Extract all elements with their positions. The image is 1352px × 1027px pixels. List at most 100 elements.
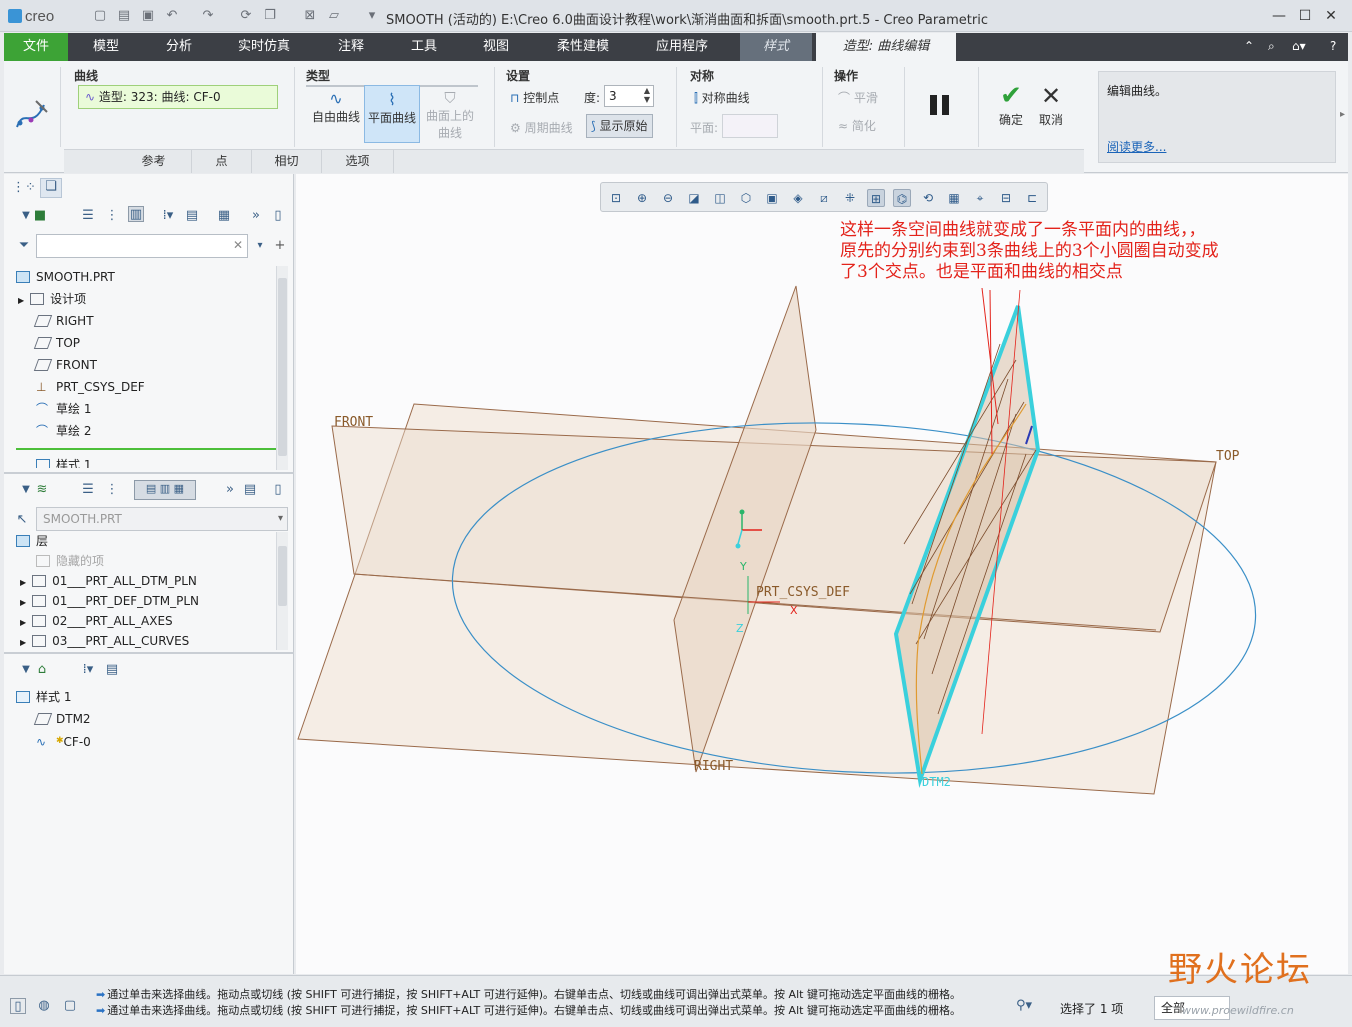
tab-style[interactable]: 样式 (740, 33, 812, 61)
tab-tangency[interactable]: 相切 (252, 150, 322, 173)
close-button[interactable]: ✕ (1320, 6, 1342, 26)
tree-item-right[interactable]: RIGHT (33, 310, 94, 332)
style-tree-settings-icon[interactable]: ▤ (104, 662, 120, 678)
layer-properties-icon[interactable]: ▤ (242, 482, 258, 498)
layer-item-3[interactable]: ▶ 02___PRT_ALL_AXES (20, 610, 173, 632)
style-tree-icon[interactable]: ⌂ (34, 662, 50, 678)
tree-item-style1-partial[interactable]: 样式 1 (36, 454, 91, 468)
style-tree-filter-icon[interactable]: ⁞▾ (80, 662, 96, 678)
layer-page-icon[interactable]: ▯ (270, 482, 286, 498)
find-icon[interactable]: ⚲▾ (1016, 998, 1032, 1014)
tree-scrollbar[interactable] (276, 266, 288, 470)
model-tree-icon[interactable]: ■ (32, 208, 48, 224)
new-file-icon[interactable]: ▢ (92, 8, 108, 24)
redo-icon[interactable]: ↷ (200, 8, 216, 24)
tab-applications[interactable]: 应用程序 (636, 33, 728, 61)
search-dropdown-icon[interactable]: ▾ (252, 238, 268, 254)
tree-item-front[interactable]: FRONT (33, 354, 97, 376)
planar-curve-button[interactable]: ⌇ 平面曲线 (364, 85, 420, 143)
tab-tools[interactable]: 工具 (394, 33, 454, 61)
more-tools-icon[interactable]: » (248, 208, 264, 224)
cancel-button[interactable]: ✕ 取消 (1034, 81, 1068, 128)
tree-columns-settings-icon[interactable]: ▦ (216, 208, 232, 224)
symmetric-curve-button[interactable]: ⫿ 对称曲线 (694, 89, 750, 106)
pause-button[interactable] (928, 93, 952, 117)
layer-scroll-thumb[interactable] (278, 546, 287, 606)
expand-arrow-icon[interactable]: ▶ (20, 578, 26, 587)
regenerate-icon[interactable]: ⟳ (238, 8, 254, 24)
layer-item-4[interactable]: ▶ 03___PRT_ALL_CURVES (20, 630, 189, 652)
tree-item-sketch2[interactable]: ⌒ 草绘 2 (36, 420, 91, 442)
select-arrow-icon[interactable]: ↖ (14, 512, 30, 528)
tree-page-icon[interactable]: ▯ (270, 208, 286, 224)
model-viewport[interactable]: FRONT TOP RIGHT PRT_CSYS_DEF DTM2 X Y Z (296, 174, 1348, 974)
layer-list-icon[interactable]: ☰ (80, 482, 96, 498)
graphics-area[interactable]: ⊡ ⊕ ⊖ ◪ ◫ ⬡ ▣ ◈ ⧄ ⁜ ⊞ ⌬ ⟲ ▦ ⌖ ⊟ ⊏ FRONT … (296, 174, 1348, 974)
curve-on-surface-button[interactable]: ⛉ 曲面上的 曲线 (422, 89, 478, 143)
tab-points[interactable]: 点 (192, 150, 252, 173)
layer-display-buttons[interactable]: ▤ ▥ ▦ (134, 480, 196, 500)
selection-count[interactable]: 选择了 1 项 (1060, 1000, 1123, 1017)
close-window-icon[interactable]: ⊠ (302, 8, 318, 24)
tab-annotate[interactable]: 注释 (316, 33, 386, 61)
layer-scrollbar[interactable] (276, 532, 288, 650)
tree-layout-icon[interactable]: ▥ (128, 206, 144, 222)
expand-arrow-icon[interactable]: ▶ (20, 618, 26, 627)
layer-hidden-items[interactable]: 隐藏的项 (36, 550, 104, 572)
expand-arrow-icon[interactable]: ▶ (20, 638, 26, 647)
help-icon[interactable]: ? (1330, 39, 1336, 53)
insert-here-marker[interactable] (16, 448, 278, 450)
help-read-more-link[interactable]: 阅读更多... (1107, 138, 1166, 155)
more-layer-tools-icon[interactable]: » (222, 482, 238, 498)
tree-scroll-thumb[interactable] (278, 278, 287, 456)
model-tree-tab-icon[interactable]: ⋮⁘ (12, 180, 36, 196)
tree-search-input[interactable]: ✕ (36, 234, 248, 258)
window-icon[interactable]: ❐ (262, 8, 278, 24)
style-tree-root[interactable]: 样式 1 (16, 686, 71, 708)
expand-arrow-icon[interactable]: ▶ (18, 296, 24, 305)
periodic-curve-button[interactable]: ⚙ 周期曲线 (510, 119, 573, 136)
layer-item-2[interactable]: ▶ 01___PRT_DEF_DTM_PLN (20, 590, 199, 612)
control-points-button[interactable]: ⊓ 控制点 (510, 89, 559, 106)
style-tree-cf0[interactable]: ∿ ✱CF-0 (36, 730, 91, 752)
tab-options[interactable]: 选项 (322, 150, 394, 173)
display-style-icon[interactable]: ▱ (326, 8, 342, 24)
show-original-toggle[interactable]: ⟆ 显示原始 (586, 114, 653, 138)
splitter[interactable] (4, 472, 294, 474)
folder-browser-tab-icon[interactable]: ❏ (40, 178, 62, 198)
tree-item-design-items[interactable]: ▶ 设计项 (18, 288, 86, 310)
ribbon-minimize-icon[interactable]: ⌃ (1244, 39, 1254, 53)
tree-columns-icon[interactable]: ☰ (80, 208, 96, 224)
spinner-arrows-icon[interactable]: ▲ ▼ (644, 86, 650, 104)
style-tree-dtm2[interactable]: DTM2 (33, 708, 91, 730)
layers-icon[interactable]: ≋ (34, 482, 50, 498)
fullscreen-icon[interactable]: ▢ (62, 998, 78, 1014)
maximize-button[interactable]: ☐ (1294, 6, 1316, 26)
ok-button[interactable]: ✔ 确定 (994, 81, 1028, 128)
tab-flexible-modeling[interactable]: 柔性建模 (540, 33, 626, 61)
search-icon[interactable]: ⌕ (1268, 39, 1275, 54)
tree-item-part[interactable]: SMOOTH.PRT (16, 266, 115, 288)
tree-item-sketch1[interactable]: ⌒ 草绘 1 (36, 398, 91, 420)
tree-filter-icon[interactable]: ⁞▾ (160, 208, 176, 224)
tab-simulation[interactable]: 实时仿真 (226, 33, 302, 61)
add-filter-icon[interactable]: + (272, 238, 288, 254)
tree-item-top[interactable]: TOP (33, 332, 80, 354)
command-search-icon[interactable]: ⌂▾ (1292, 39, 1306, 53)
collapse-style-tree-icon[interactable]: ▼ (18, 662, 34, 678)
layer-root[interactable]: 层 (16, 530, 48, 552)
clear-search-icon[interactable]: ✕ (233, 238, 243, 252)
layer-item-1[interactable]: ▶ 01___PRT_ALL_DTM_PLN (20, 570, 197, 592)
undo-icon[interactable]: ↶ (164, 8, 180, 24)
tab-analysis[interactable]: 分析 (144, 33, 214, 61)
expand-arrow-icon[interactable]: ▶ (20, 598, 26, 607)
plane-collector[interactable] (722, 114, 778, 138)
navigator-toggle-icon[interactable]: ▯ (10, 998, 26, 1014)
browser-toggle-icon[interactable]: ◍ (36, 998, 52, 1014)
tab-references[interactable]: 参考 (116, 150, 192, 173)
tree-item-csys[interactable]: ⊥ PRT_CSYS_DEF (36, 376, 145, 398)
layer-tree-icon[interactable]: ⋮ (104, 482, 120, 498)
curve-collector[interactable]: ∿ 造型: 323: 曲线: CF-0 (78, 85, 278, 109)
tab-file[interactable]: 文件 (4, 33, 68, 61)
tree-list-icon[interactable]: ⋮ (104, 208, 120, 224)
